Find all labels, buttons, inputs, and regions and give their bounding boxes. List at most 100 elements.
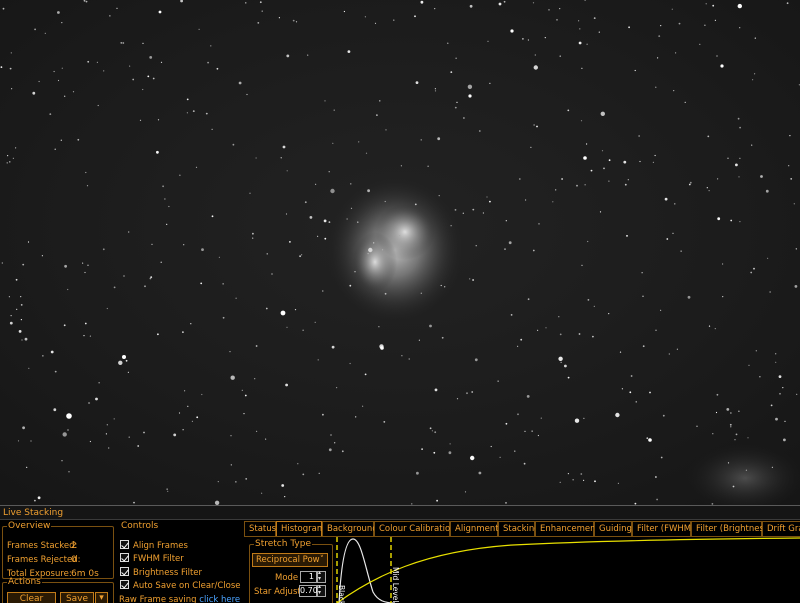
star — [672, 232, 674, 234]
star — [462, 212, 464, 214]
star — [559, 333, 562, 336]
star — [201, 248, 204, 252]
auto-save-checkbox[interactable]: Auto Save on Clear/Close — [120, 580, 241, 592]
star — [434, 90, 437, 92]
stretch-type-select[interactable]: Reciprocal Pow ˅ — [252, 553, 328, 567]
bright-star — [380, 346, 384, 350]
star — [20, 304, 23, 306]
clear-button[interactable]: Clear — [7, 592, 56, 603]
star — [414, 203, 417, 206]
star — [230, 464, 232, 466]
mode-spinner[interactable]: ▴ ▾ — [317, 570, 326, 583]
star — [304, 201, 307, 204]
star — [654, 154, 656, 157]
brightness-filter-checkbox[interactable]: Brightness Filter — [120, 567, 202, 579]
tab-status[interactable]: Status — [244, 521, 276, 537]
star — [408, 358, 410, 360]
star — [497, 380, 499, 382]
star — [53, 408, 57, 412]
tab-drift-grap[interactable]: Drift Grap — [762, 521, 800, 537]
star — [704, 24, 706, 26]
star — [186, 98, 189, 101]
tab-stacking[interactable]: Stacking — [498, 521, 540, 537]
star — [368, 247, 373, 253]
live-stack-image[interactable] — [0, 0, 800, 505]
raw-frame-link[interactable]: click here — [199, 595, 240, 603]
mode-input[interactable]: 1 — [300, 571, 317, 583]
star-adjust-input[interactable]: 0.70 — [299, 585, 318, 597]
star — [235, 297, 237, 299]
tab-histogram[interactable]: Histogram — [276, 521, 325, 537]
star — [717, 178, 719, 180]
star — [261, 492, 263, 494]
star — [578, 20, 580, 22]
star — [44, 32, 46, 35]
tab-colour-calibration[interactable]: Colour Calibration — [374, 521, 456, 537]
star — [63, 324, 66, 327]
star — [83, 335, 85, 337]
star — [434, 8, 436, 10]
star — [530, 146, 532, 148]
star — [688, 183, 691, 186]
star — [142, 42, 144, 45]
star — [211, 128, 213, 130]
star — [314, 321, 316, 323]
star — [285, 213, 288, 215]
save-button[interactable]: Save — [60, 592, 94, 603]
star — [660, 25, 662, 27]
star — [266, 253, 268, 255]
star — [745, 469, 748, 471]
star — [784, 420, 786, 422]
star — [166, 488, 168, 490]
tab-background[interactable]: Background — [322, 521, 378, 537]
tab-filter-fwhm[interactable]: Filter (FWHM) — [632, 521, 694, 537]
star — [778, 375, 782, 378]
star — [322, 290, 324, 292]
tab-filter-brightness[interactable]: Filter (Brightness) — [691, 521, 772, 537]
tab-guiding[interactable]: Guiding — [594, 521, 632, 537]
star — [11, 88, 13, 90]
star — [341, 450, 344, 453]
star — [564, 364, 567, 368]
star — [750, 271, 753, 274]
star — [271, 273, 273, 275]
fwhm-filter-checkbox[interactable]: FWHM Filter — [120, 553, 184, 565]
star — [769, 291, 771, 293]
save-dropdown-button[interactable]: ▾ — [95, 592, 108, 603]
star-adjust-spinner[interactable]: ▴ ▾ — [317, 584, 326, 597]
star — [739, 126, 741, 129]
star — [487, 40, 489, 42]
star — [527, 39, 530, 41]
star — [252, 237, 254, 239]
raw-frame-label: Raw Frame saving — [119, 595, 197, 603]
star — [384, 292, 387, 295]
star — [431, 430, 433, 432]
brightness-filter-label: Brightness Filter — [133, 568, 203, 578]
star — [190, 323, 192, 325]
star — [599, 211, 602, 213]
star — [449, 443, 451, 445]
tab-alignment[interactable]: Alignment — [450, 521, 499, 537]
star — [438, 195, 440, 197]
star — [534, 54, 536, 56]
star — [17, 440, 20, 442]
star — [722, 263, 724, 265]
star — [156, 150, 159, 154]
star — [646, 437, 649, 440]
histogram-display[interactable]: Black Mid Level — [333, 537, 800, 603]
star — [475, 245, 477, 247]
star — [162, 185, 165, 188]
star — [416, 471, 419, 475]
star — [196, 416, 199, 419]
star — [229, 351, 231, 353]
star — [572, 479, 574, 481]
star — [367, 189, 370, 193]
star — [64, 264, 67, 268]
tab-enhancement[interactable]: Enhancement — [535, 521, 599, 537]
align-frames-checkbox[interactable]: Align Frames — [120, 540, 188, 552]
star — [265, 307, 268, 310]
star — [349, 284, 352, 287]
actions-legend: Actions — [8, 577, 41, 587]
star — [152, 77, 155, 80]
star — [128, 231, 130, 233]
